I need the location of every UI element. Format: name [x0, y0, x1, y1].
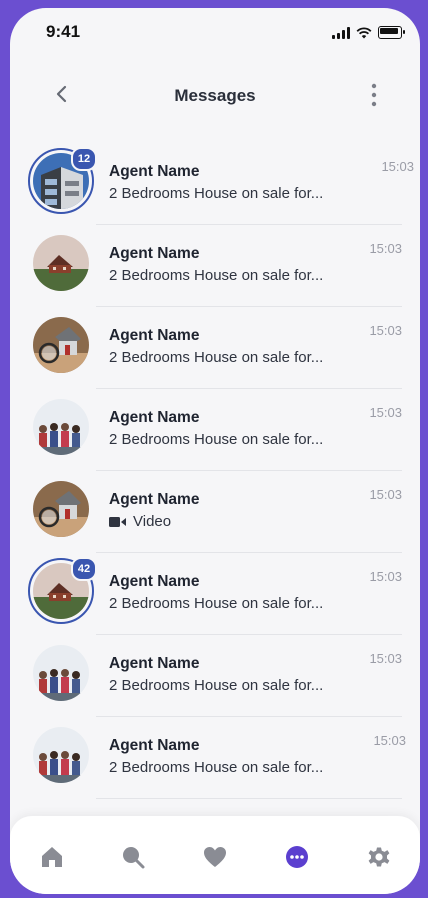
status-icons: [332, 26, 405, 39]
header: Messages: [10, 76, 420, 116]
video-camera-icon: [109, 516, 126, 527]
unread-badge: 12: [71, 147, 97, 171]
avatar: 12: [28, 147, 97, 214]
avatar: [33, 645, 89, 701]
message-time: 15:03: [369, 323, 402, 338]
agent-name: Agent Name: [109, 409, 200, 426]
message-preview: 2 Bedrooms House on sale for...: [109, 349, 324, 366]
avatar: [33, 727, 89, 783]
message-time: 15:03: [369, 651, 402, 666]
message-time: 15:03: [369, 487, 402, 502]
conversation-row[interactable]: 12 Agent Name 2 Bedrooms House on sale f…: [10, 143, 420, 225]
conversation-row[interactable]: 42 Agent Name 2 Bedrooms House on sale f…: [10, 553, 420, 635]
divider: [96, 798, 402, 799]
phone-screen: 9:41 Messages 12 Agent Name 2 Bedrooms H…: [10, 8, 420, 894]
bottom-tab-bar: [10, 816, 420, 894]
conversation-row[interactable]: Agent Name Video 15:03: [10, 471, 420, 553]
unread-badge: 42: [71, 557, 97, 581]
agent-name: Agent Name: [109, 163, 200, 180]
page-title: Messages: [174, 86, 256, 105]
message-preview: 2 Bedrooms House on sale for...: [109, 185, 324, 202]
message-time: 15:03: [369, 405, 402, 420]
message-time: 15:03: [373, 733, 406, 748]
conversation-row[interactable]: Agent Name 2 Bedrooms House on sale for.…: [10, 717, 420, 799]
gear-icon[interactable]: [366, 844, 392, 870]
chat-icon[interactable]: [284, 844, 310, 870]
agent-name: Agent Name: [109, 327, 200, 344]
message-preview: 2 Bedrooms House on sale for...: [109, 431, 324, 448]
avatar: 42: [28, 557, 97, 624]
more-vertical-icon[interactable]: [368, 82, 380, 108]
message-preview: Video: [109, 513, 171, 530]
message-preview: 2 Bedrooms House on sale for...: [109, 267, 324, 284]
heart-icon[interactable]: [202, 844, 228, 870]
message-preview: 2 Bedrooms House on sale for...: [109, 677, 324, 694]
message-preview: 2 Bedrooms House on sale for...: [109, 595, 324, 612]
conversation-row[interactable]: Agent Name 2 Bedrooms House on sale for.…: [10, 389, 420, 471]
agent-name: Agent Name: [109, 245, 200, 262]
agent-name: Agent Name: [109, 655, 200, 672]
agent-name: Agent Name: [109, 573, 200, 590]
conversation-row[interactable]: Agent Name 2 Bedrooms House on sale for.…: [10, 307, 420, 389]
home-icon[interactable]: [39, 844, 65, 870]
signal-icon: [332, 26, 350, 39]
status-time: 9:41: [46, 22, 81, 41]
avatar: [33, 235, 89, 291]
avatar: [33, 481, 89, 537]
conversation-list: 12 Agent Name 2 Bedrooms House on sale f…: [10, 143, 420, 799]
conversation-row[interactable]: Agent Name 2 Bedrooms House on sale for.…: [10, 225, 420, 307]
message-preview: 2 Bedrooms House on sale for...: [109, 759, 324, 776]
message-time: 15:03: [369, 241, 402, 256]
search-icon[interactable]: [120, 844, 146, 870]
agent-name: Agent Name: [109, 737, 200, 754]
message-time: 15:03: [381, 159, 414, 174]
avatar: [33, 317, 89, 373]
battery-icon: [378, 26, 405, 39]
conversation-row[interactable]: Agent Name 2 Bedrooms House on sale for.…: [10, 635, 420, 717]
status-bar: 9:41: [10, 8, 420, 56]
avatar: [33, 399, 89, 455]
agent-name: Agent Name: [109, 491, 200, 508]
message-time: 15:03: [369, 569, 402, 584]
wifi-icon: [356, 26, 372, 38]
